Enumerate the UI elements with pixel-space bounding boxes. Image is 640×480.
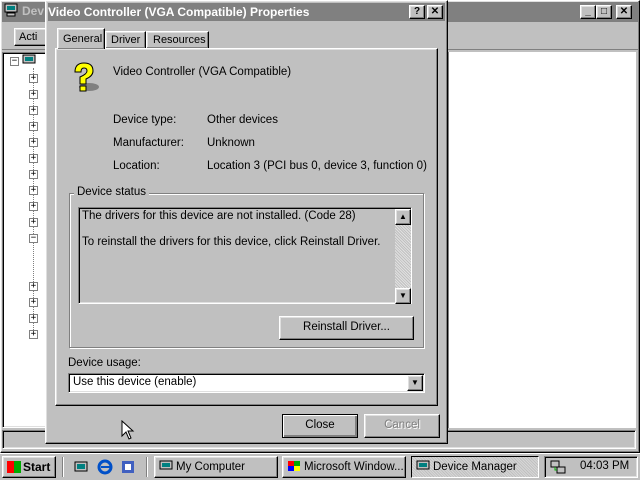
device-type-label: Device type:: [113, 114, 177, 126]
mouse-cursor-icon: [121, 420, 135, 440]
tree-collapse-root[interactable]: −: [10, 57, 19, 66]
taskbar-divider: [62, 457, 64, 477]
computer-icon: [22, 54, 36, 64]
taskbar-microsoft-windows[interactable]: Microsoft Window...: [282, 456, 406, 478]
tree-expand[interactable]: +: [29, 74, 38, 83]
minimize-button[interactable]: _: [580, 5, 596, 19]
tree-expand[interactable]: +: [29, 202, 38, 211]
device-manager-right-pane: [448, 52, 636, 428]
help-button[interactable]: ?: [409, 5, 425, 19]
cancel-button[interactable]: Cancel: [364, 414, 440, 438]
scroll-down-arrow-icon[interactable]: ▼: [395, 288, 411, 304]
tree-expand[interactable]: +: [29, 186, 38, 195]
task-label: Device Manager: [433, 461, 517, 473]
tree-expand[interactable]: +: [29, 138, 38, 147]
scroll-up-arrow-icon[interactable]: ▲: [395, 209, 411, 225]
tab-resources[interactable]: Resources: [146, 31, 209, 49]
taskbar-device-manager[interactable]: Device Manager: [411, 456, 539, 478]
computer-icon: [4, 3, 18, 17]
tree-expand[interactable]: +: [29, 330, 38, 339]
tree-expand[interactable]: +: [29, 154, 38, 163]
tree-expand[interactable]: +: [29, 218, 38, 227]
tree-expand[interactable]: +: [29, 282, 38, 291]
tree-expand[interactable]: +: [29, 106, 38, 115]
desktop-icon[interactable]: [73, 459, 89, 475]
computer-icon: [159, 460, 173, 470]
task-label: My Computer: [176, 461, 246, 473]
device-name: Video Controller (VGA Compatible): [113, 66, 292, 78]
tree-expand[interactable]: +: [29, 122, 38, 131]
manufacturer-value: Unknown: [207, 137, 255, 149]
device-status-label: Device status: [74, 186, 150, 198]
clock[interactable]: 04:03 PM: [580, 460, 629, 472]
device-manager-title: Dev: [22, 4, 45, 18]
reinstall-driver-button[interactable]: Reinstall Driver...: [279, 316, 414, 340]
close-button[interactable]: Close: [282, 414, 358, 438]
close-icon[interactable]: ✕: [616, 5, 632, 19]
network-tray-icon[interactable]: [550, 459, 566, 475]
location-value: Location 3 (PCI bus 0, device 3, functio…: [207, 160, 427, 172]
windows-logo-icon: [288, 461, 300, 471]
location-label: Location:: [113, 160, 160, 172]
dropdown-arrow-icon[interactable]: ▼: [407, 375, 423, 391]
tab-driver[interactable]: Driver: [105, 31, 146, 49]
taskbar-divider: [146, 457, 148, 477]
tree-expand[interactable]: +: [29, 90, 38, 99]
channels-icon[interactable]: [120, 459, 136, 475]
start-button[interactable]: Start: [2, 456, 56, 478]
status-line-2: To reinstall the drivers for this device…: [82, 236, 381, 248]
tree-collapse[interactable]: −: [29, 234, 38, 243]
status-line-1: The drivers for this device are not inst…: [82, 210, 356, 222]
device-usage-select[interactable]: Use this device (enable): [68, 373, 425, 393]
computer-icon: [416, 460, 430, 470]
windows-logo-icon: [7, 461, 21, 473]
task-label: Microsoft Window...: [304, 461, 404, 473]
device-type-value: Other devices: [207, 114, 278, 126]
manufacturer-label: Manufacturer:: [113, 137, 184, 149]
question-device-icon: [74, 62, 99, 92]
dialog-close-icon[interactable]: ✕: [427, 5, 443, 19]
tree-expand[interactable]: +: [29, 298, 38, 307]
start-label: Start: [23, 460, 51, 474]
dialog-title: Video Controller (VGA Compatible) Proper…: [48, 5, 310, 19]
tab-general[interactable]: General: [57, 28, 105, 49]
scrollbar-track[interactable]: [395, 225, 411, 288]
maximize-button[interactable]: □: [596, 5, 612, 19]
tree-expand[interactable]: +: [29, 170, 38, 179]
ie-icon[interactable]: [97, 459, 113, 475]
device-usage-label: Device usage:: [68, 357, 141, 369]
tree-expand[interactable]: +: [29, 314, 38, 323]
taskbar-my-computer[interactable]: My Computer: [154, 456, 278, 478]
